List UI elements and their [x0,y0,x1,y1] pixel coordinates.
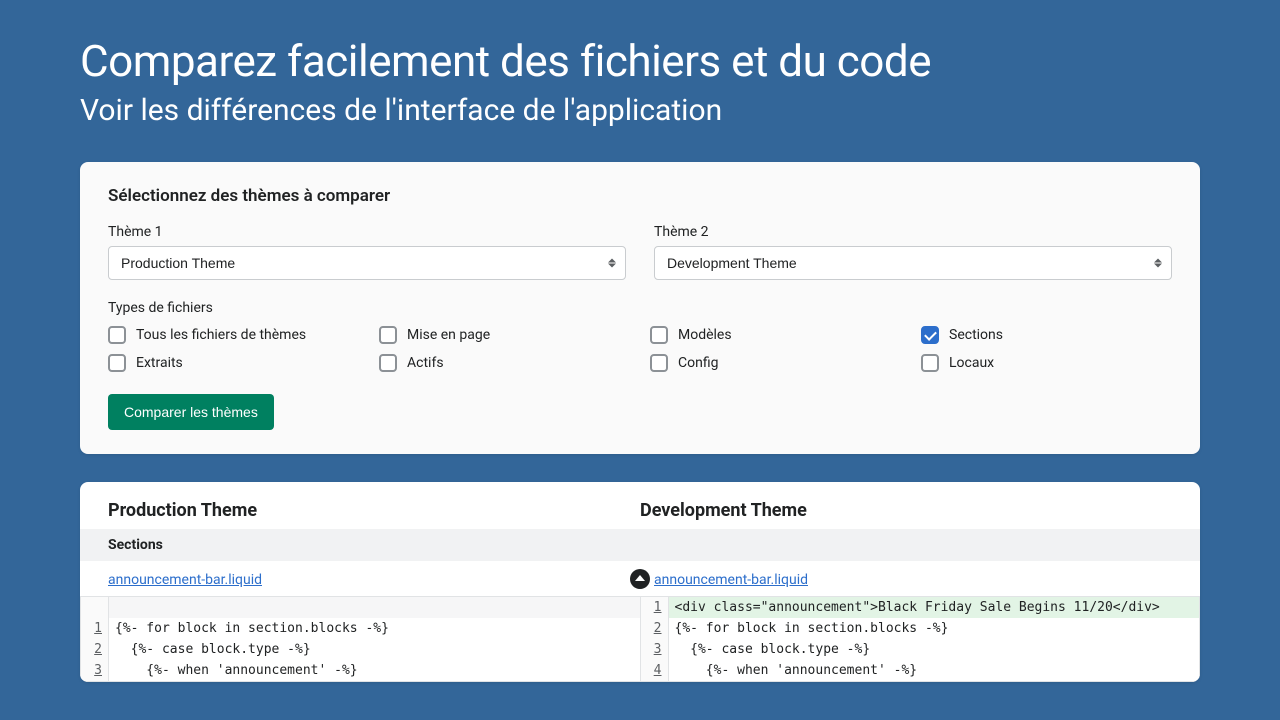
checkbox-snippets[interactable]: Extraits [108,354,359,372]
collapse-toggle-icon[interactable] [630,569,650,589]
checkbox-icon [108,354,126,372]
diff-code-row: 1{%- for block in section.blocks -%} 2 {… [80,596,1200,682]
checkbox-assets[interactable]: Actifs [379,354,630,372]
code-line-added: <div class="announcement">Black Friday S… [669,597,1200,618]
checkbox-all-theme-files[interactable]: Tous les fichiers de thèmes [108,326,359,344]
code-line: {%- for block in section.blocks -%} [109,618,640,639]
theme2-label: Thème 2 [654,224,1172,240]
left-code-panel: 1{%- for block in section.blocks -%} 2 {… [80,596,640,682]
hero-subtitle: Voir les différences de l'interface de l… [80,93,1200,128]
checkbox-checked-icon [921,326,939,344]
checkbox-templates[interactable]: Modèles [650,326,901,344]
section-subheading: Sections [80,529,1200,561]
checkbox-locales[interactable]: Locaux [921,354,1172,372]
code-line: {%- case block.type -%} [109,639,640,660]
form-heading: Sélectionnez des thèmes à comparer [108,186,1172,206]
compare-form-card: Sélectionnez des thèmes à comparer Thème… [80,162,1200,454]
checkbox-icon [379,326,397,344]
checkbox-icon [108,326,126,344]
hero-banner: Comparez facilement des fichiers et du c… [0,0,1280,148]
compare-themes-button[interactable]: Comparer les thèmes [108,394,274,430]
right-theme-heading: Development Theme [640,500,1172,521]
code-line: {%- case block.type -%} [669,639,1200,660]
theme1-select[interactable]: Production Theme [108,246,626,280]
code-line: {%- when 'announcement' -%} [109,660,640,681]
filetype-checkbox-grid: Tous les fichiers de thèmes Mise en page… [108,326,1172,372]
code-line: {%- for block in section.blocks -%} [669,618,1200,639]
file-link-left[interactable]: announcement-bar.liquid [108,572,262,588]
theme1-label: Thème 1 [108,224,626,240]
filetypes-label: Types de fichiers [108,300,1172,316]
right-code-panel: 1<div class="announcement">Black Friday … [640,596,1201,682]
diff-results-card: Production Theme Development Theme Secti… [80,482,1200,682]
checkbox-sections[interactable]: Sections [921,326,1172,344]
checkbox-config[interactable]: Config [650,354,901,372]
checkbox-icon [379,354,397,372]
checkbox-icon [650,354,668,372]
checkbox-icon [921,354,939,372]
checkbox-icon [650,326,668,344]
left-theme-heading: Production Theme [108,500,640,521]
hero-title: Comparez facilement des fichiers et du c… [80,35,1200,87]
file-link-right[interactable]: announcement-bar.liquid [654,572,808,588]
code-line: {%- when 'announcement' -%} [669,660,1200,681]
theme2-select[interactable]: Development Theme [654,246,1172,280]
checkbox-layout[interactable]: Mise en page [379,326,630,344]
